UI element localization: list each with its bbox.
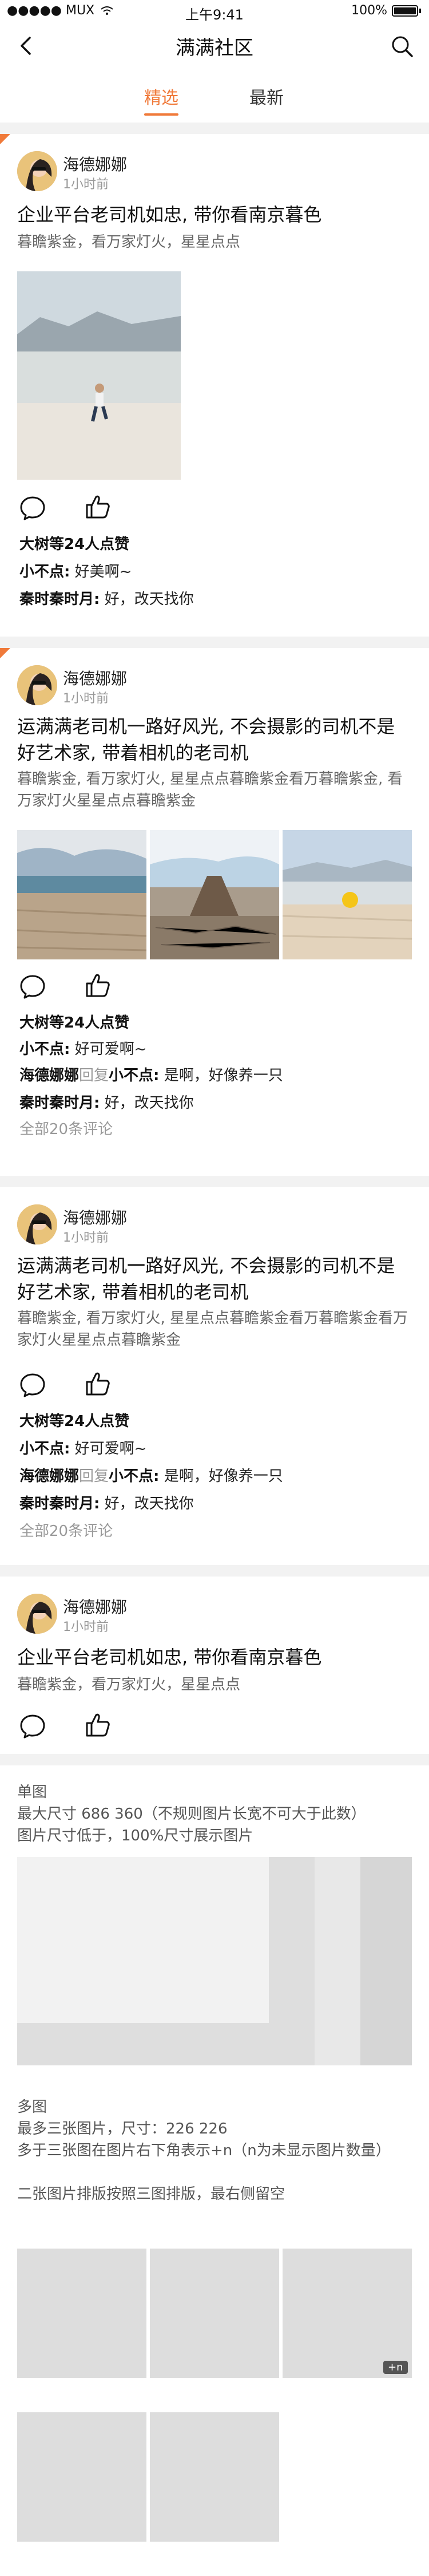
post-description: 暮瞻紫金, 看万家灯火, 星星点点暮瞻紫金看万暮瞻紫金, 看万家灯火星星点点暮瞻… bbox=[17, 771, 403, 809]
post-username[interactable]: 海德娜娜 bbox=[63, 666, 127, 689]
featured-corner-marker bbox=[0, 648, 10, 658]
post-card: 海德娜娜 1小时前 企业平台老司机如忠, 带你看南京暮色 暮瞻紫金，看万家灯火，… bbox=[0, 1577, 429, 1754]
post-photo[interactable] bbox=[17, 271, 181, 480]
post-title[interactable]: 运满满老司机一路好风光, 不会摄影的司机不是好艺术家, 带着相机的老司机 bbox=[17, 713, 412, 766]
page-title: 满满社区 bbox=[176, 37, 253, 60]
featured-corner-marker bbox=[0, 134, 10, 144]
like-icon[interactable] bbox=[84, 1369, 112, 1398]
all-comments-link[interactable]: 全部20条评论 bbox=[19, 1117, 113, 1139]
comment-row[interactable]: 秦时秦时月: 好，改天找你 bbox=[19, 1091, 194, 1112]
post-photo[interactable] bbox=[150, 830, 279, 959]
spec-multi-line: 二张图片排版按照三图排版，最右侧留空 bbox=[17, 2186, 285, 2203]
multi-image-placeholder bbox=[17, 2412, 146, 2542]
post-title[interactable]: 企业平台老司机如忠, 带你看南京暮色 bbox=[17, 202, 412, 228]
post-photo[interactable] bbox=[17, 830, 146, 959]
spec-multi-title: 多图 bbox=[17, 2099, 47, 2116]
battery-icon bbox=[392, 5, 418, 17]
single-image-placeholder bbox=[17, 1857, 412, 2065]
spec-section: 单图 最大尺寸 686 360（不规则图片长宽不可大于此数） 图片尺寸低于，10… bbox=[0, 1765, 429, 2576]
post-username[interactable]: 海德娜娜 bbox=[63, 1206, 127, 1228]
more-images-badge: +n bbox=[383, 2361, 408, 2374]
post-username[interactable]: 海德娜娜 bbox=[63, 1595, 127, 1618]
spec-multi-line: 多于三张图在图片右下角表示+n（n为未显示图片数量） bbox=[17, 2142, 391, 2159]
post-time: 1小时前 bbox=[63, 692, 109, 706]
comment-icon[interactable] bbox=[18, 972, 47, 1001]
post-card: 海德娜娜 1小时前 企业平台老司机如忠, 带你看南京暮色 暮瞻紫金，看万家灯火，… bbox=[0, 134, 429, 637]
tab-bar: 精选 最新 bbox=[0, 76, 429, 123]
post-description: 暮瞻紫金，看万家灯火，星星点点 bbox=[17, 234, 241, 251]
spec-single-line: 最大尺寸 686 360（不规则图片长宽不可大于此数） bbox=[17, 1805, 366, 1823]
tab-active-indicator bbox=[144, 113, 178, 116]
post-card: 海德娜娜 1小时前 运满满老司机一路好风光, 不会摄影的司机不是好艺术家, 带着… bbox=[0, 648, 429, 1176]
status-bar: ●●●●● MUX 上午9:41 100% bbox=[0, 0, 429, 23]
post-username[interactable]: 海德娜娜 bbox=[63, 152, 127, 175]
like-icon[interactable] bbox=[84, 971, 112, 999]
likes-summary[interactable]: 大树等24人点赞 bbox=[19, 1409, 129, 1431]
post-title[interactable]: 企业平台老司机如忠, 带你看南京暮色 bbox=[17, 1644, 412, 1670]
comment-row[interactable]: 海德娜娜回复小不点: 是啊，好像养一只 bbox=[19, 1064, 283, 1085]
comment-row[interactable]: 秦时秦时月: 好，改天找你 bbox=[19, 587, 194, 609]
comment-row[interactable]: 小不点: 好美啊~ bbox=[19, 560, 132, 581]
like-icon[interactable] bbox=[84, 492, 112, 521]
spec-single-title: 单图 bbox=[17, 1784, 47, 1801]
post-time: 1小时前 bbox=[63, 1231, 109, 1245]
tab-latest[interactable]: 最新 bbox=[227, 84, 307, 109]
divider bbox=[0, 637, 429, 648]
post-title[interactable]: 运满满老司机一路好风光, 不会摄影的司机不是好艺术家, 带着相机的老司机 bbox=[17, 1253, 412, 1305]
post-description: 暮瞻紫金, 看万家灯火, 星星点点暮瞻紫金看万暮瞻紫金看万家灯火星星点点暮瞻紫金 bbox=[17, 1310, 408, 1349]
post-photo[interactable] bbox=[283, 830, 412, 959]
avatar[interactable] bbox=[17, 1594, 57, 1634]
post-description: 暮瞻紫金，看万家灯火，星星点点 bbox=[17, 1676, 241, 1693]
comment-row[interactable]: 小不点: 好可爱啊~ bbox=[19, 1037, 146, 1058]
comment-icon[interactable] bbox=[18, 493, 47, 522]
nav-bar: 满满社区 bbox=[0, 23, 429, 73]
post-card: 海德娜娜 1小时前 运满满老司机一路好风光, 不会摄影的司机不是好艺术家, 带着… bbox=[0, 1187, 429, 1565]
post-time: 1小时前 bbox=[63, 177, 109, 192]
spec-multi-line: 最多三张图片，尺寸：226 226 bbox=[17, 2120, 228, 2138]
comment-row[interactable]: 秦时秦时月: 好，改天找你 bbox=[19, 1492, 194, 1513]
comment-row[interactable]: 海德娜娜回复小不点: 是啊，好像养一只 bbox=[19, 1464, 283, 1485]
divider bbox=[0, 1754, 429, 1765]
likes-summary[interactable]: 大树等24人点赞 bbox=[19, 532, 129, 554]
comment-row[interactable]: 小不点: 好可爱啊~ bbox=[19, 1437, 146, 1458]
tab-featured[interactable]: 精选 bbox=[121, 84, 201, 109]
post-time: 1小时前 bbox=[63, 1620, 109, 1634]
multi-image-placeholder bbox=[150, 2249, 279, 2378]
likes-summary[interactable]: 大树等24人点赞 bbox=[19, 1011, 129, 1032]
avatar[interactable] bbox=[17, 665, 57, 705]
battery-percent: 100% bbox=[351, 3, 387, 18]
battery-status: 100% bbox=[351, 3, 421, 18]
spec-single-line: 图片尺寸低于，100%尺寸展示图片 bbox=[17, 1827, 253, 1844]
divider bbox=[0, 1176, 429, 1187]
search-icon[interactable] bbox=[390, 34, 414, 58]
comment-icon[interactable] bbox=[18, 1370, 47, 1399]
avatar[interactable] bbox=[17, 151, 57, 191]
avatar[interactable] bbox=[17, 1204, 57, 1244]
like-icon[interactable] bbox=[84, 1710, 112, 1739]
divider bbox=[0, 123, 429, 134]
comment-icon[interactable] bbox=[18, 1712, 47, 1740]
multi-image-placeholder bbox=[17, 2249, 146, 2378]
multi-image-placeholder bbox=[283, 2249, 412, 2378]
divider bbox=[0, 1565, 429, 1577]
multi-image-placeholder bbox=[150, 2412, 279, 2542]
all-comments-link[interactable]: 全部20条评论 bbox=[19, 1519, 113, 1540]
